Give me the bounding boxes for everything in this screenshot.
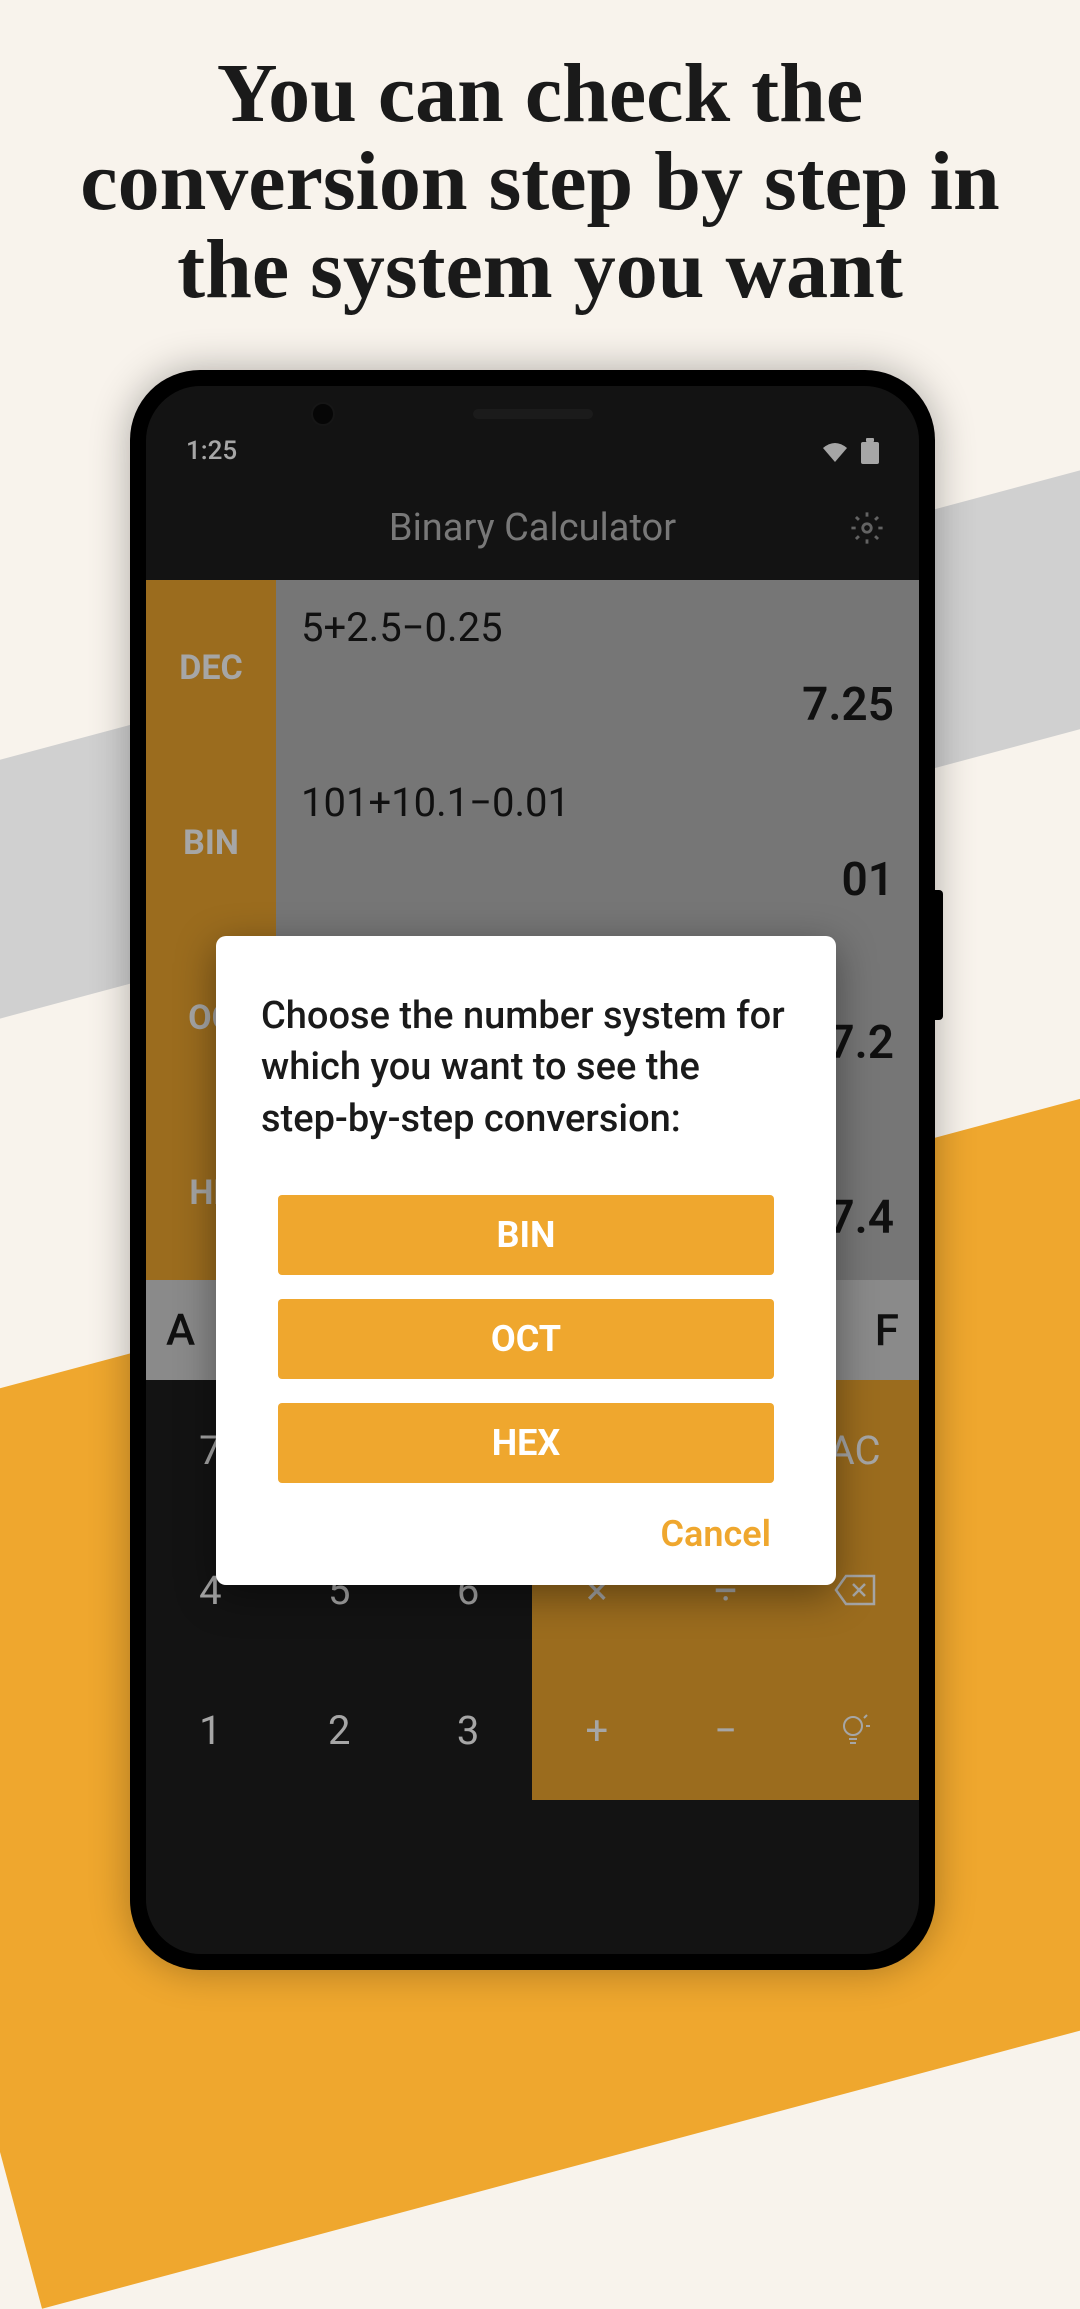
promo-headline: You can check the conversion step by ste… bbox=[0, 0, 1080, 315]
phone-side-button bbox=[935, 890, 943, 1020]
phone-screen: 1:25 Binary Calculator DEC bbox=[146, 386, 919, 1954]
dialog-option-oct[interactable]: OCT bbox=[278, 1299, 774, 1379]
dialog-option-bin[interactable]: BIN bbox=[278, 1195, 774, 1275]
system-choice-dialog: Choose the number system for which you w… bbox=[216, 936, 836, 1585]
dialog-cancel-button[interactable]: Cancel bbox=[261, 1513, 791, 1555]
phone-frame: 1:25 Binary Calculator DEC bbox=[130, 370, 935, 1970]
dialog-option-hex[interactable]: HEX bbox=[278, 1403, 774, 1483]
dialog-title: Choose the number system for which you w… bbox=[261, 991, 791, 1145]
